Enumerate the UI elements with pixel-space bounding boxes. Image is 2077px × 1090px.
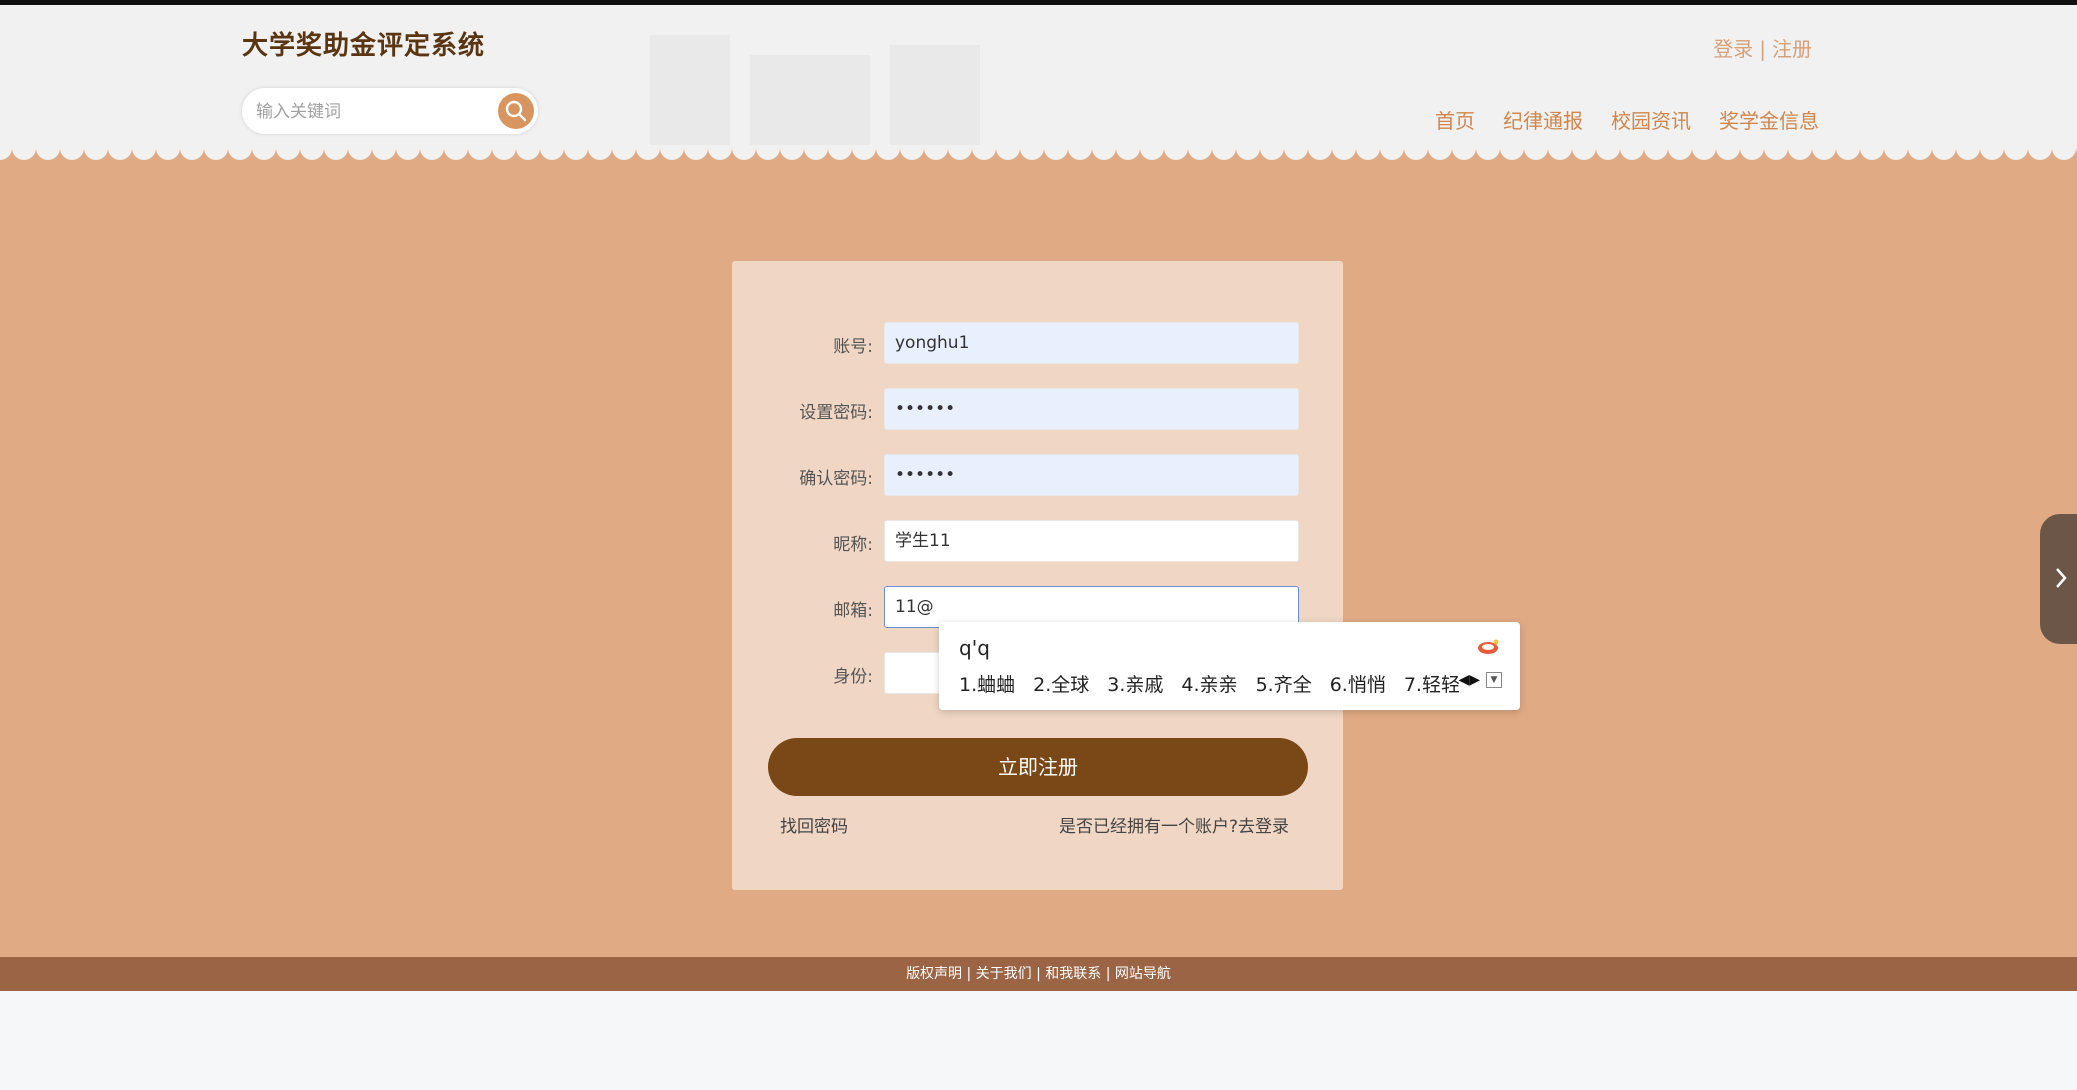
search-box (242, 88, 538, 134)
ime-composition: q'q (959, 636, 990, 660)
form-row-nickname: 昵称: 学生11 (732, 520, 1343, 562)
wave-divider (0, 148, 2077, 160)
ime-page-arrows-icon[interactable]: ◀▶ (1458, 672, 1480, 688)
site-title: 大学奖助金评定系统 (242, 31, 486, 61)
ime-candidate[interactable]: 5.齐全 (1256, 670, 1312, 697)
auth-separator: | (1759, 37, 1766, 61)
ime-candidate[interactable]: 3.亲戚 (1107, 670, 1163, 697)
register-card: 账号: yonghu1 设置密码: •••••• 确认密码: •••••• 昵称… (732, 261, 1343, 890)
auth-links: 登录 | 注册 (1713, 33, 1812, 62)
search-button[interactable] (498, 93, 534, 129)
register-link[interactable]: 注册 (1772, 37, 1812, 61)
ime-candidate[interactable]: 4.亲亲 (1181, 670, 1237, 697)
ime-candidate-popup: q'q 1.蛐蛐 2.全球 3.亲戚 4.亲亲 5.齐全 6.悄悄 7.轻轻 ◀… (939, 622, 1520, 710)
ime-candidate[interactable]: 1.蛐蛐 (959, 670, 1015, 697)
account-input[interactable]: yonghu1 (884, 322, 1299, 364)
nav-item-scholarship[interactable]: 奖学金信息 (1719, 105, 1819, 134)
nickname-label: 昵称: (833, 535, 873, 555)
main-nav: 首页 纪律通报 校园资讯 奖学金信息 (1435, 105, 1819, 134)
ime-candidate[interactable]: 6.悄悄 (1330, 670, 1386, 697)
password-label: 设置密码: (799, 403, 873, 423)
nav-item-home[interactable]: 首页 (1435, 105, 1475, 134)
faded-header-illustration (650, 35, 980, 145)
site-footer: 版权声明 | 关于我们 | 和我联系 | 网站导航 (0, 957, 2077, 991)
form-row-confirm-password: 确认密码: •••••• (732, 454, 1343, 496)
confirm-password-input[interactable]: •••••• (884, 454, 1299, 496)
search-input[interactable] (254, 96, 488, 128)
ime-candidate[interactable]: 2.全球 (1033, 670, 1089, 697)
login-link[interactable]: 登录 (1713, 37, 1753, 61)
site-header: 大学奖助金评定系统 登录|注册 首页 纪律通报 校园资讯 奖学金信息 (0, 5, 2077, 155)
nav-item-discipline[interactable]: 纪律通报 (1503, 105, 1583, 134)
go-login-link[interactable]: 是否已经拥有一个账户?去登录 (1059, 812, 1289, 837)
register-submit-button[interactable]: 立即注册 (768, 738, 1308, 796)
nav-item-campus-news[interactable]: 校园资讯 (1611, 105, 1691, 134)
form-row-account: 账号: yonghu1 (732, 322, 1343, 364)
confirm-password-label: 确认密码: (799, 469, 873, 489)
identity-label: 身份: (833, 667, 873, 687)
chevron-right-icon (2056, 568, 2067, 588)
email-label: 邮箱: (833, 601, 873, 621)
account-label: 账号: (833, 337, 873, 357)
side-panel-toggle[interactable] (2040, 514, 2077, 644)
ime-candidate-list: 1.蛐蛐 2.全球 3.亲戚 4.亲亲 5.齐全 6.悄悄 7.轻轻 (959, 670, 1460, 697)
ime-logo-icon (1478, 639, 1499, 654)
search-icon (505, 100, 527, 122)
ime-candidate[interactable]: 7.轻轻 (1404, 670, 1460, 697)
ime-expand-icon[interactable]: ▼ (1486, 672, 1502, 688)
forgot-password-link[interactable]: 找回密码 (780, 812, 848, 837)
form-row-password: 设置密码: •••••• (732, 388, 1343, 430)
password-input[interactable]: •••••• (884, 388, 1299, 430)
page-bottom-blank (0, 991, 2077, 1090)
nickname-input[interactable]: 学生11 (884, 520, 1299, 562)
